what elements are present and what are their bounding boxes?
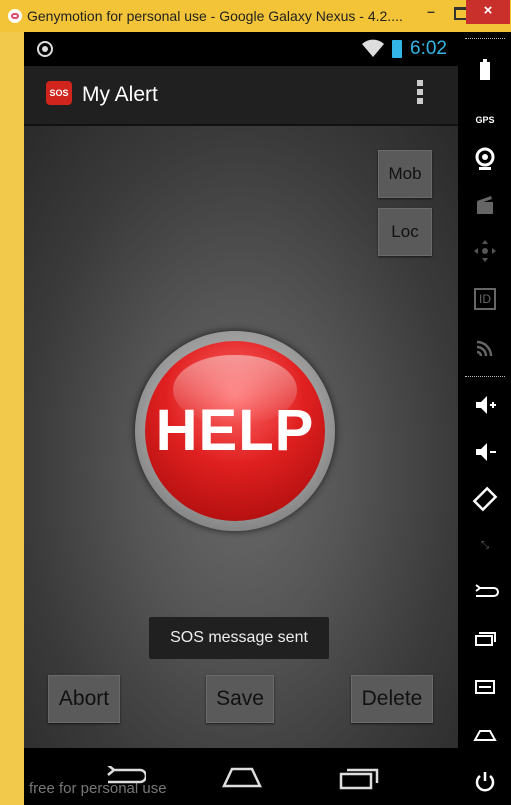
genymotion-window: Genymotion for personal use - Google Gal… (0, 0, 511, 805)
back-icon[interactable] (470, 578, 500, 608)
volume-down-icon[interactable] (470, 437, 500, 467)
power-icon[interactable] (470, 766, 500, 796)
id-icon[interactable]: ID (470, 284, 500, 314)
mob-button[interactable]: Mob (378, 150, 432, 198)
android-nav-bar: free for personal use (24, 748, 458, 805)
toast-message: SOS message sent (149, 617, 329, 659)
clapper-icon[interactable] (470, 190, 500, 220)
panel-separator (465, 376, 505, 377)
genymotion-logo-icon (8, 9, 22, 23)
cast-icon[interactable] (470, 332, 500, 362)
save-button[interactable]: Save (206, 675, 274, 723)
id-label: ID (474, 288, 496, 310)
main-content: Mob Loc HELP SOS message sent Abort Save… (24, 126, 458, 748)
abort-button[interactable]: Abort (48, 675, 120, 723)
gps-label: GPS (475, 115, 495, 125)
home-icon[interactable] (470, 720, 500, 750)
overflow-menu-icon[interactable] (416, 80, 424, 108)
battery-icon[interactable] (470, 56, 500, 86)
nav-home-button[interactable] (220, 766, 264, 788)
minimize-button[interactable]: – (415, 0, 447, 24)
nav-back-button[interactable] (104, 766, 146, 788)
status-time: 6:02 (410, 38, 447, 59)
help-button[interactable]: HELP (145, 341, 325, 521)
scale-icon[interactable]: ⤡ (470, 531, 500, 561)
app-title: My Alert (82, 83, 158, 106)
window-titlebar: Genymotion for personal use - Google Gal… (0, 0, 511, 32)
window-title: Genymotion for personal use - Google Gal… (27, 8, 403, 24)
nav-recent-button[interactable] (339, 766, 381, 790)
wifi-icon (362, 39, 384, 57)
delete-button[interactable]: Delete (351, 675, 433, 723)
camera-icon[interactable] (470, 144, 500, 174)
android-status-bar: 6:02 (24, 32, 458, 66)
action-bar: SOS My Alert (24, 66, 458, 126)
battery-status-icon (392, 40, 402, 58)
device-screen: 6:02 SOS My Alert Mob Loc HELP SOS messa… (24, 32, 458, 805)
close-button[interactable]: × (466, 0, 510, 24)
rotate-icon[interactable] (470, 484, 500, 514)
panel-separator (465, 38, 505, 39)
genymotion-side-panel: GPS ID ⤡ (458, 32, 511, 805)
loc-button[interactable]: Loc (378, 208, 432, 256)
app-logo: SOS (46, 81, 72, 105)
recent-apps-icon[interactable] (470, 624, 500, 654)
location-icon (37, 41, 53, 57)
gps-icon[interactable]: GPS (470, 100, 500, 130)
menu-icon[interactable] (470, 672, 500, 702)
volume-up-icon[interactable] (470, 390, 500, 420)
dpad-icon[interactable] (470, 236, 500, 266)
